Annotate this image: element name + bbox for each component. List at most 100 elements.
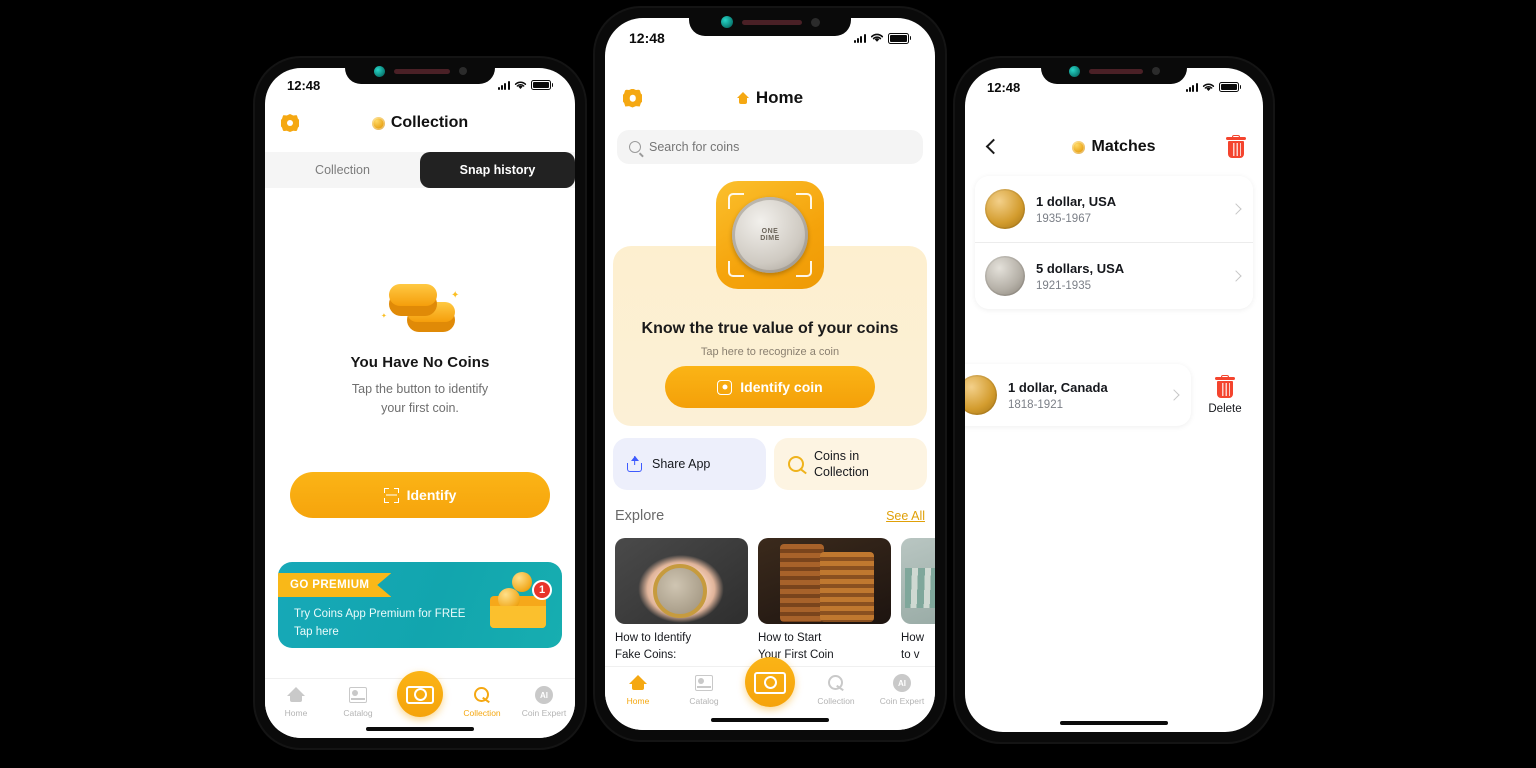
explore-card[interactable]: How to Start Your First Coin [758, 538, 891, 668]
article-title: How to v [901, 632, 925, 661]
share-app-card[interactable]: Share App [613, 438, 766, 490]
phone-notch [345, 58, 495, 84]
ai-icon: AI [534, 685, 554, 705]
camera-icon[interactable] [745, 657, 795, 707]
delete-all-button[interactable] [1225, 135, 1247, 159]
gear-icon[interactable] [623, 88, 642, 108]
coin-icon [1072, 140, 1086, 154]
delete-swipe-action[interactable]: Delete [1197, 364, 1253, 426]
list-item[interactable]: 1 dollar, USA 1935-1967 [975, 176, 1253, 243]
swiped-list-item-row: 1 dollar, Canada 1818-1921 Delete [965, 364, 1253, 426]
tab-collection[interactable]: Collection [265, 152, 420, 188]
status-time: 12:48 [629, 30, 665, 46]
scan-frame: ONE DIME [716, 181, 824, 289]
envelope-with-coins-illustration: 1 [490, 572, 552, 628]
phone-notch [689, 8, 851, 36]
premium-banner[interactable]: GO PREMIUM Try Coins App Premium for FRE… [278, 562, 562, 648]
tab-collection-nav[interactable]: Collection [803, 673, 869, 706]
hero-subtitle: Tap here to recognize a coin [700, 346, 840, 358]
tab-catalog[interactable]: Catalog [327, 685, 389, 718]
tab-coin-expert[interactable]: AI Coin Expert [513, 685, 575, 718]
coins-in-collection-card[interactable]: Coins in Collection [774, 438, 927, 490]
camera-icon[interactable] [397, 671, 443, 717]
share-app-label: Share App [652, 456, 711, 471]
empty-title: You Have No Coins [350, 354, 490, 371]
match-info: 1 dollar, Canada 1818-1921 [1008, 380, 1159, 411]
back-button[interactable] [981, 136, 1003, 158]
page-title: Home [623, 88, 917, 108]
see-all-link[interactable]: See All [886, 509, 925, 523]
coin-thumbnail [985, 256, 1025, 296]
battery-icon [887, 32, 911, 44]
search-bar[interactable] [617, 130, 923, 164]
phone-2-home: 12:48 Home Search for coins ONE DIME Kno… [595, 8, 945, 740]
matches-card: 1 dollar, USA 1935-1967 5 dollars, USA 1… [975, 176, 1253, 309]
list-item[interactable]: 5 dollars, USA 1921-1935 [975, 243, 1253, 309]
phone-3-header: Matches [965, 130, 1263, 164]
match-name: 5 dollars, USA [1036, 260, 1125, 276]
coin-thumbnail [965, 375, 997, 415]
battery-icon [530, 80, 553, 90]
wifi-icon [1202, 80, 1215, 95]
match-name: 1 dollar, Canada [1008, 379, 1108, 395]
wifi-icon [870, 30, 884, 46]
phone-3-matches: 12:48 Matches 1 dollar, USA 1935-1967 5 … [955, 58, 1273, 742]
screenshot-stage: 12:48 Collection Collection Snap history… [0, 0, 1536, 768]
earpiece-speaker [393, 68, 450, 74]
explore-heading: Explore [615, 508, 665, 524]
earpiece-speaker [741, 19, 802, 25]
quick-actions-row: Share App Coins in Collection [613, 438, 927, 490]
book-icon [348, 685, 368, 705]
premium-text: Try Coins App Premium for FREE Tap here [294, 608, 466, 638]
article-thumbnail [758, 538, 891, 624]
front-camera [373, 65, 385, 77]
explore-cards: How to Identify Fake Coins: How to Start Y… [615, 538, 935, 668]
proximity-sensor [810, 17, 820, 27]
tab-home[interactable]: Home [265, 685, 327, 718]
status-time: 12:48 [987, 79, 1021, 95]
article-title: How to Identify Fake Coins: [615, 632, 692, 661]
coin-icon [826, 673, 846, 693]
search-icon [629, 141, 641, 153]
page-title: Matches [1072, 138, 1156, 156]
match-info: 5 dollars, USA 1921-1935 [1036, 261, 1221, 292]
phone-3-screen: 12:48 Matches 1 dollar, USA 1935-1967 5 … [965, 68, 1263, 732]
sample-coin-image: ONE DIME [732, 197, 808, 273]
chevron-right-icon [1230, 203, 1242, 215]
coin-icon [472, 685, 492, 705]
match-years: 1818-1921 [1008, 398, 1063, 411]
earpiece-speaker [1088, 68, 1143, 74]
wifi-icon [514, 78, 527, 93]
empty-description: Tap the button to identify your first co… [351, 382, 489, 416]
home-icon [736, 92, 750, 104]
tab-coin-expert[interactable]: AI Coin Expert [869, 673, 935, 706]
tab-home[interactable]: Home [605, 673, 671, 706]
identify-coin-button[interactable]: Identify coin [665, 366, 875, 408]
status-icons [497, 78, 553, 93]
list-item[interactable]: 1 dollar, Canada 1818-1921 [965, 364, 1191, 426]
gear-icon[interactable] [281, 114, 299, 132]
tab-collection-nav[interactable]: Collection [451, 685, 513, 718]
search-input[interactable] [649, 140, 911, 154]
premium-badge: 1 [532, 580, 552, 600]
home-indicator [366, 727, 474, 731]
explore-card[interactable]: How to Identify Fake Coins: [615, 538, 748, 668]
phone-1-header: Collection [265, 106, 575, 140]
identify-button-label: Identify [406, 487, 457, 503]
match-years: 1921-1935 [1036, 279, 1091, 292]
identify-button[interactable]: Identify [290, 472, 550, 518]
page-title: Collection [281, 114, 559, 132]
phone-1-collection: 12:48 Collection Collection Snap history… [255, 58, 585, 748]
matches-list: 1 dollar, USA 1935-1967 5 dollars, USA 1… [975, 176, 1253, 309]
hero-title: Know the true value of your coins [641, 320, 899, 337]
tab-snap-history[interactable]: Snap history [420, 152, 575, 188]
explore-card[interactable]: How to v [901, 538, 935, 668]
trash-icon [1214, 375, 1236, 399]
signal-icon [497, 80, 510, 90]
book-icon [694, 673, 714, 693]
tab-catalog[interactable]: Catalog [671, 673, 737, 706]
premium-ribbon: GO PREMIUM [278, 573, 392, 597]
coins-in-collection-label: Coins in Collection [814, 448, 869, 479]
scan-focus-icon [717, 379, 733, 395]
coin-icon [788, 456, 807, 475]
